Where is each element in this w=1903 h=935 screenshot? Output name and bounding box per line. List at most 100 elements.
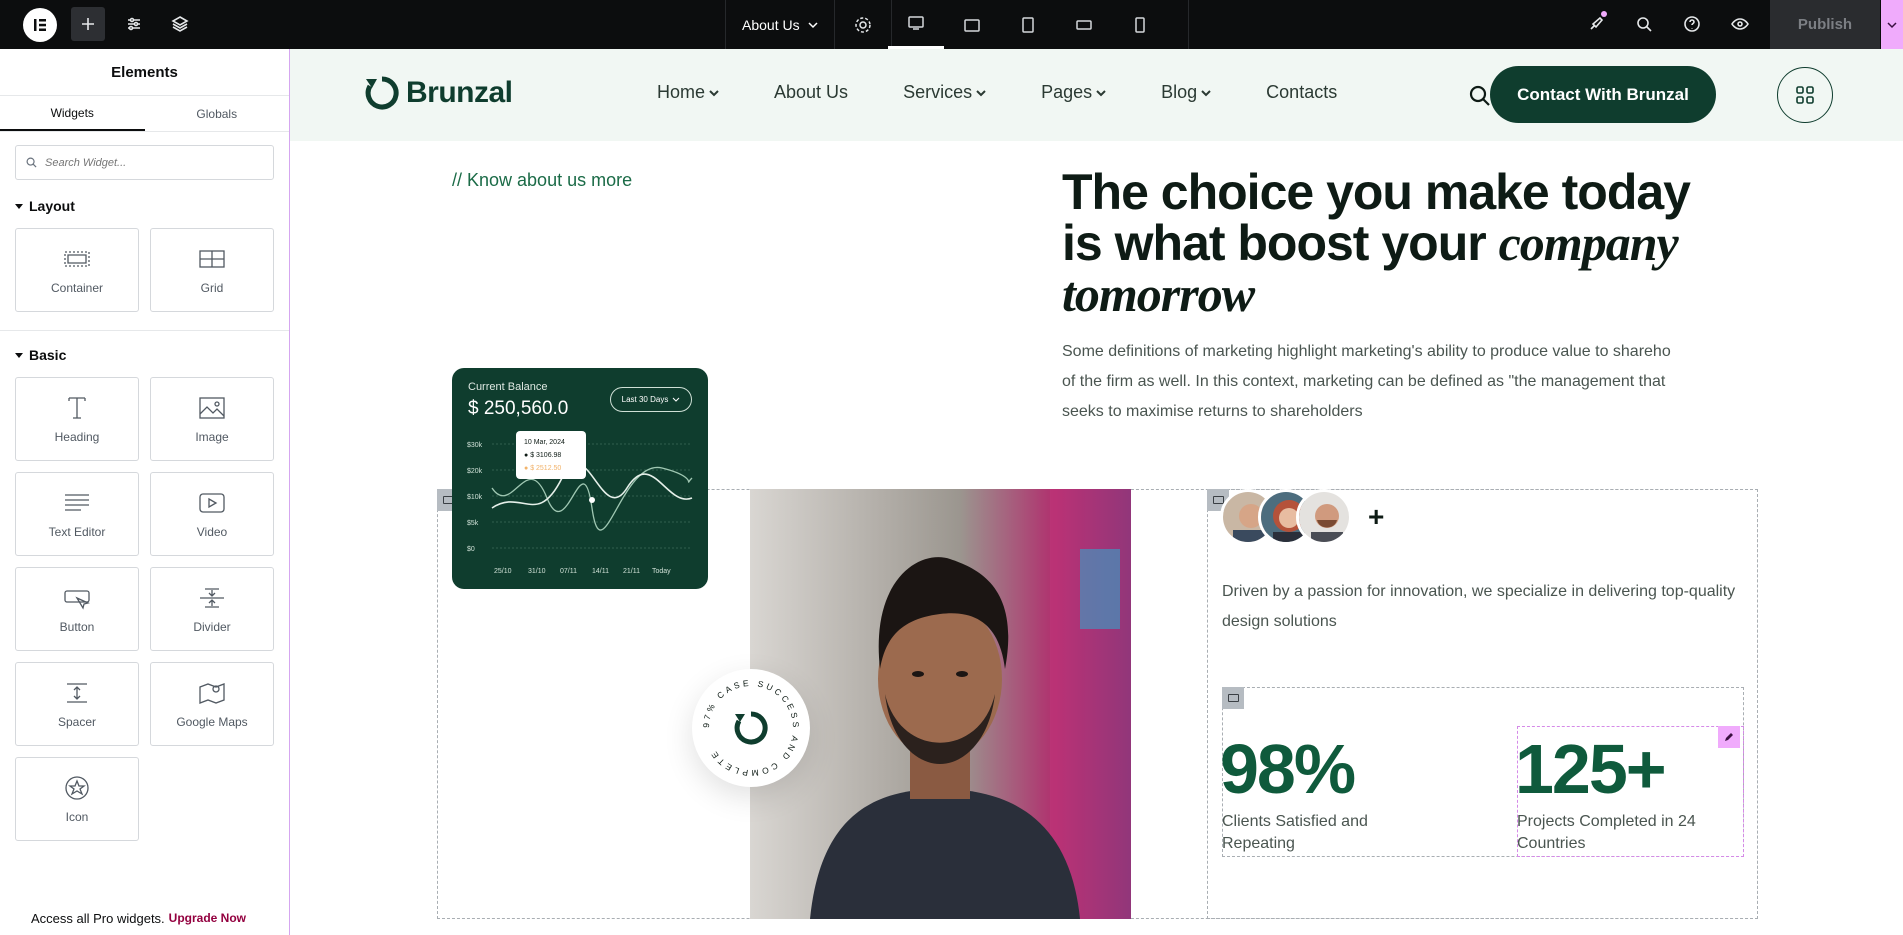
preview-eye-icon[interactable]: [1723, 7, 1757, 41]
tablet-landscape-view-icon[interactable]: [1056, 0, 1112, 49]
nav-item-about-us[interactable]: About Us: [774, 82, 848, 103]
site-logo[interactable]: Brunzal: [362, 73, 513, 113]
widget-grid[interactable]: Grid: [150, 228, 274, 312]
panel-tabs: Widgets Globals: [0, 96, 289, 132]
site-settings-icon[interactable]: [117, 7, 151, 41]
widget-spacer[interactable]: Spacer: [15, 662, 139, 746]
upgrade-now-link[interactable]: Upgrade Now: [169, 911, 246, 925]
widget-text-editor[interactable]: Text Editor: [15, 472, 139, 556]
caret-down-icon: [15, 204, 23, 209]
badge-ring-text: 97% CASE SUCCESS AND COMPLETE: [701, 678, 801, 778]
widget-label: Video: [196, 525, 228, 539]
responsive-device-switcher: [888, 0, 1189, 49]
mobile-view-icon[interactable]: [1112, 0, 1168, 49]
widget-label: Heading: [54, 430, 100, 444]
structure-layers-icon[interactable]: [163, 7, 197, 41]
stat-value-clients: 98%: [1220, 730, 1356, 808]
desktop-view-icon[interactable]: [888, 0, 944, 49]
widget-container[interactable]: Container: [15, 228, 139, 312]
contact-cta-button[interactable]: Contact With Brunzal: [1490, 66, 1716, 123]
laptop-view-icon[interactable]: [944, 0, 1000, 49]
team-avatars: +: [1220, 489, 1384, 545]
elements-panel: Elements Widgets Globals Layout Containe…: [0, 49, 290, 935]
search-icon[interactable]: [1627, 7, 1661, 41]
widget-search-input[interactable]: [45, 156, 245, 169]
intro-text: Driven by a passion for innovation, we s…: [1222, 583, 1736, 630]
stat-label-clients: Clients Satisfied and Repeating: [1222, 813, 1368, 852]
tablet-view-icon[interactable]: [1000, 0, 1056, 49]
add-more-icon: +: [1368, 501, 1385, 532]
notifications-rocket-icon[interactable]: [1579, 7, 1613, 41]
publish-button[interactable]: Publish: [1770, 0, 1880, 49]
tooltip-value-1: ● $ 3106.98: [524, 452, 562, 459]
pro-upgrade-bar: Access all Pro widgets. Upgrade Now: [0, 901, 289, 935]
editor-top-bar: About Us Publish: [0, 0, 1903, 49]
add-element-icon[interactable]: [71, 7, 105, 41]
help-icon[interactable]: [1675, 7, 1709, 41]
nav-item-home[interactable]: Home: [657, 82, 719, 103]
chevron-down-icon: [709, 89, 719, 96]
pro-text: Access all Pro widgets.: [31, 910, 165, 926]
elementor-logo-icon[interactable]: [23, 8, 57, 42]
widget-button[interactable]: Button: [15, 567, 139, 651]
widget-label: Text Editor: [48, 525, 106, 539]
widget-search-box[interactable]: [15, 145, 274, 180]
tab-globals[interactable]: Globals: [145, 96, 290, 131]
widget-label: Divider: [193, 620, 231, 634]
y-tick: $20k: [467, 468, 483, 475]
video-icon: [199, 493, 225, 513]
x-tick: 25/10: [494, 568, 512, 575]
edit-pencil-icon[interactable]: [1718, 726, 1740, 748]
grid-icon: [199, 250, 225, 268]
heading-icon: [68, 397, 86, 419]
avatar: [1296, 489, 1352, 545]
offcanvas-menu-grid-icon[interactable]: [1777, 67, 1833, 123]
nav-item-blog[interactable]: Blog: [1161, 82, 1211, 103]
widget-heading[interactable]: Heading: [15, 377, 139, 461]
spacer-icon: [67, 683, 87, 703]
section-headline: The choice you make today is what boost …: [1062, 167, 1702, 320]
nav-item-services[interactable]: Services: [903, 82, 986, 103]
widget-google-maps[interactable]: Google Maps: [150, 662, 274, 746]
y-tick: $30k: [467, 442, 483, 449]
x-tick: 07/11: [560, 568, 577, 575]
y-tick: $10k: [467, 494, 483, 501]
widget-label: Button: [59, 620, 95, 634]
section-basic-header[interactable]: Basic: [0, 341, 289, 369]
page-selector[interactable]: About Us: [726, 0, 835, 49]
chevron-down-icon: [1096, 89, 1106, 96]
site-search-icon[interactable]: [1468, 84, 1492, 113]
widget-video[interactable]: Video: [150, 472, 274, 556]
main-nav: Home About Us Services Pages Blog Contac…: [657, 82, 1337, 103]
tab-widgets[interactable]: Widgets: [0, 96, 145, 131]
map-pin-icon: [199, 683, 225, 704]
success-badge: 97% CASE SUCCESS AND COMPLETE: [692, 669, 810, 787]
widget-image[interactable]: Image: [150, 377, 274, 461]
section-divider: [0, 330, 289, 331]
page-settings-group: About Us: [725, 0, 892, 49]
stats-handle-icon[interactable]: [1222, 687, 1244, 709]
widget-label: Google Maps: [176, 715, 248, 729]
nav-item-pages[interactable]: Pages: [1041, 82, 1106, 103]
site-header: Brunzal Home About Us Services Pages Blo…: [290, 49, 1903, 141]
search-icon: [26, 157, 37, 168]
notification-dot: [1601, 11, 1607, 17]
publish-options-chevron-icon[interactable]: [1881, 0, 1903, 49]
button-icon: [64, 590, 90, 610]
page-settings-gear-icon[interactable]: [835, 0, 891, 49]
image-icon: [199, 397, 225, 419]
brand-name: Brunzal: [406, 76, 513, 109]
x-tick: 21/11: [623, 568, 640, 575]
basic-widgets-grid: Heading Image Text Editor Video Button D…: [0, 369, 289, 859]
panel-title: Elements: [0, 49, 289, 96]
y-tick: $0: [467, 546, 475, 553]
nav-item-contacts[interactable]: Contacts: [1266, 82, 1337, 103]
x-tick: 14/11: [592, 568, 609, 575]
widget-divider[interactable]: Divider: [150, 567, 274, 651]
chevron-down-icon: [808, 21, 818, 28]
chart-point: [589, 497, 595, 503]
section-layout-header[interactable]: Layout: [0, 192, 289, 220]
chevron-down-icon: [976, 89, 986, 96]
widget-icon[interactable]: Icon: [15, 757, 139, 841]
section-eyebrow: // Know about us more: [452, 170, 633, 190]
